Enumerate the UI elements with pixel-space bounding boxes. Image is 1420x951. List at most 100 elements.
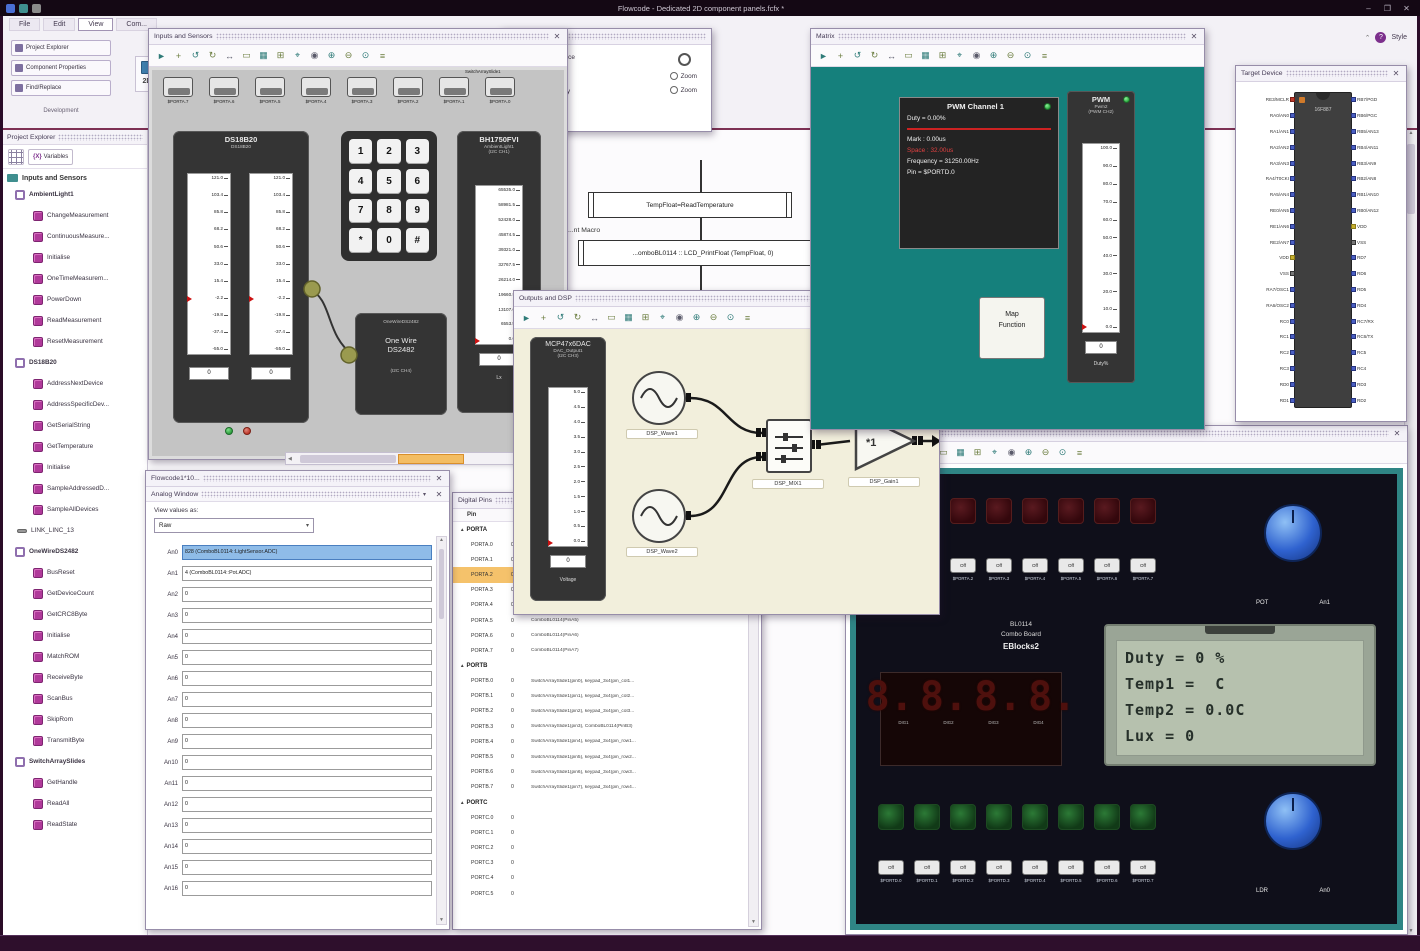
board-switch[interactable]: Off $PORTA.6 xyxy=(1094,558,1120,581)
move-icon[interactable]: ↔ xyxy=(587,310,602,326)
analog-value-field[interactable]: 0 xyxy=(182,860,432,875)
analog-channel-row[interactable]: An8 0 xyxy=(152,710,432,731)
board-switch[interactable]: Off $PORTD.6 xyxy=(1094,860,1120,883)
onewire-ds2482-component[interactable]: OneWireDS2482 One Wire DS2482 (I2C CH4) xyxy=(355,313,447,415)
cursor-icon[interactable]: ► xyxy=(519,310,534,326)
tree-item[interactable]: Initialise xyxy=(3,625,147,646)
panel-titlebar[interactable]: Inputs and Sensors xyxy=(149,29,567,45)
slide-switch[interactable]: $PORTA.4 xyxy=(301,77,331,104)
board-switch[interactable]: Off $PORTA.5 xyxy=(1058,558,1084,581)
board-switch[interactable]: Off $PORTD.7 xyxy=(1130,860,1156,883)
chip-pin[interactable]: RC7/RX xyxy=(1350,313,1406,329)
pan-icon[interactable]: + xyxy=(833,48,848,64)
chip-pin[interactable]: RD1 xyxy=(1238,392,1296,408)
tree-item[interactable]: PowerDown xyxy=(3,289,147,310)
tree-item[interactable]: AddressSpecificDev... xyxy=(3,394,147,415)
add-component-icon[interactable]: ⊞ xyxy=(273,48,288,64)
PORTB.6[interactable]: PORTB.6 0 SwitchArraySlide1(pin6), keypa… xyxy=(453,765,761,780)
target-chip[interactable]: 16F887 xyxy=(1294,92,1352,408)
tree-item[interactable]: GetDeviceCount xyxy=(3,583,147,604)
flowchart-component-macro-call-2[interactable]: ...omboBL0114 :: LCD_PrintFloat (TempFlo… xyxy=(578,240,828,266)
PORTB.7[interactable]: PORTB.7 0 SwitchArraySlide1(pin7), keypa… xyxy=(453,780,761,795)
dsp-mix-component[interactable] xyxy=(766,419,812,473)
pwm-gauge-component[interactable]: PWM Pwm2 (PWM CH2) 100.0 90.0 80.0 70.0 60.0… xyxy=(1067,91,1135,383)
analog-value-field[interactable]: 0 xyxy=(182,587,432,602)
ribbon-tab[interactable]: File xyxy=(9,18,41,31)
cursor-icon[interactable]: ► xyxy=(154,48,169,64)
analog-channel-row[interactable]: An15 0 xyxy=(152,857,432,878)
pan-icon[interactable]: + xyxy=(171,48,186,64)
camera-icon[interactable]: ◉ xyxy=(672,310,687,326)
chip-pin[interactable]: RB3/AN9 xyxy=(1350,155,1406,171)
PORTC.1[interactable]: PORTC.1 0 xyxy=(453,825,761,840)
rotate-cw-icon[interactable]: ↻ xyxy=(570,310,585,326)
PORTC.2[interactable]: PORTC.2 0 xyxy=(453,840,761,855)
pwm-channel1-component[interactable]: PWM Channel 1 Duty = 0.00% Mark : 0.00us… xyxy=(899,97,1059,249)
PORTB.3[interactable]: PORTB.3 0 SwitchArraySlide1(pin3), Combo… xyxy=(453,719,761,734)
keypad-key[interactable]: 2 xyxy=(377,139,401,164)
grid-icon[interactable]: ▦ xyxy=(918,48,933,64)
tree-item[interactable]: ResetMeasurement xyxy=(3,331,147,352)
analog-value-field[interactable]: 4 (ComboBL0114::Pot.ADC) xyxy=(182,566,432,581)
chip-pin[interactable]: VDD xyxy=(1350,218,1406,234)
options-icon[interactable]: ≡ xyxy=(1072,445,1087,461)
analog-value-field[interactable]: 0 xyxy=(182,797,432,812)
tree-item[interactable]: TransmitByte xyxy=(3,730,147,751)
chip-pin[interactable]: RE2/AN7 xyxy=(1238,234,1296,250)
close-icon[interactable] xyxy=(434,474,444,483)
chip-pin[interactable]: RC6/TX xyxy=(1350,329,1406,345)
slide-switch-toggle[interactable] xyxy=(439,77,469,97)
slide-switch[interactable]: $PORTA.3 xyxy=(347,77,377,104)
icons-grid-button[interactable] xyxy=(8,148,24,165)
PORTB.0[interactable]: PORTB.0 0 SwitchArraySlide1(pin0), keypa… xyxy=(453,674,761,689)
PORTB.2[interactable]: PORTB.2 0 SwitchArraySlide1(pin2), keypa… xyxy=(453,704,761,719)
analog-channel-row[interactable]: An6 0 xyxy=(152,668,432,689)
board-switch[interactable]: Off $PORTD.4 xyxy=(1022,860,1048,883)
port-group-row[interactable]: PORTC xyxy=(453,795,761,810)
zoom-out-button[interactable]: Zoom xyxy=(669,86,697,94)
tree-item[interactable]: GetCRC8Byte xyxy=(3,604,147,625)
chip-pin[interactable]: RE1/AN6 xyxy=(1238,218,1296,234)
PORTB.5[interactable]: PORTB.5 0 SwitchArraySlide1(pin5), keypa… xyxy=(453,749,761,764)
slide-switch-toggle[interactable] xyxy=(347,77,377,97)
chip-pin[interactable]: RA1/AN1 xyxy=(1238,124,1296,140)
target-icon[interactable]: ⌖ xyxy=(952,48,967,64)
quick-save-icon[interactable] xyxy=(19,3,28,13)
tree-item[interactable]: Initialise xyxy=(3,457,147,478)
slide-switch-toggle[interactable] xyxy=(485,77,515,97)
flowchart-component-macro-call[interactable]: TempFloat=ReadTemperature xyxy=(588,192,792,218)
board-switch[interactable]: Off $PORTA.2 xyxy=(950,558,976,581)
analog-channel-row[interactable]: An2 0 xyxy=(152,584,432,605)
analog-value-field[interactable]: 0 xyxy=(182,713,432,728)
tree-item[interactable]: LINK_LINC_13 xyxy=(3,520,147,541)
zoom-in-icon[interactable]: ⊕ xyxy=(324,48,339,64)
chip-pin[interactable]: RC1 xyxy=(1238,329,1296,345)
keypad-key[interactable]: # xyxy=(405,228,429,253)
rotate-ccw-icon[interactable]: ↺ xyxy=(553,310,568,326)
tree-item[interactable]: AddressNextDevice xyxy=(3,373,147,394)
board-switch[interactable]: Off $PORTA.3 xyxy=(986,558,1012,581)
port-group-row[interactable]: PORTB xyxy=(453,659,761,674)
analog-value-field[interactable]: 0 xyxy=(182,692,432,707)
keypad-key[interactable]: 5 xyxy=(377,168,401,194)
close-icon[interactable] xyxy=(552,32,562,41)
PORTA.7[interactable]: PORTA.7 0 ComboBL0114(PinA7) xyxy=(453,643,761,658)
chip-pin[interactable]: RD5 xyxy=(1350,282,1406,298)
keypad-key[interactable]: 1 xyxy=(349,139,373,164)
chip-pin[interactable]: RB0/AN12 xyxy=(1350,203,1406,219)
rotate-cw-icon[interactable]: ↻ xyxy=(867,48,882,64)
zoom-fit-icon[interactable]: ⊙ xyxy=(723,310,738,326)
analog-channel-row[interactable]: An1 4 (ComboBL0114::Pot.ADC) xyxy=(152,563,432,584)
slide-switch[interactable]: $PORTA.1 xyxy=(439,77,469,104)
help-icon[interactable]: ? xyxy=(1375,32,1387,43)
tree-item[interactable]: BusReset xyxy=(3,562,147,583)
pwm-2d-panel[interactable]: PWM Channel 1 Duty = 0.00% Mark : 0.00us… xyxy=(811,67,1204,429)
board-switch[interactable]: Off $PORTD.5 xyxy=(1058,860,1084,883)
camera-icon[interactable]: ◉ xyxy=(1004,445,1019,461)
chip-pin[interactable]: VSS xyxy=(1350,234,1406,250)
board-switch[interactable]: Off $PORTD.3 xyxy=(986,860,1012,883)
slide-switch-toggle[interactable] xyxy=(209,77,239,97)
ldr-knob[interactable] xyxy=(1264,792,1322,850)
PORTA.6[interactable]: PORTA.6 0 ComboBL0114(PinA6) xyxy=(453,628,761,643)
chip-pin[interactable]: RC3 xyxy=(1238,361,1296,377)
